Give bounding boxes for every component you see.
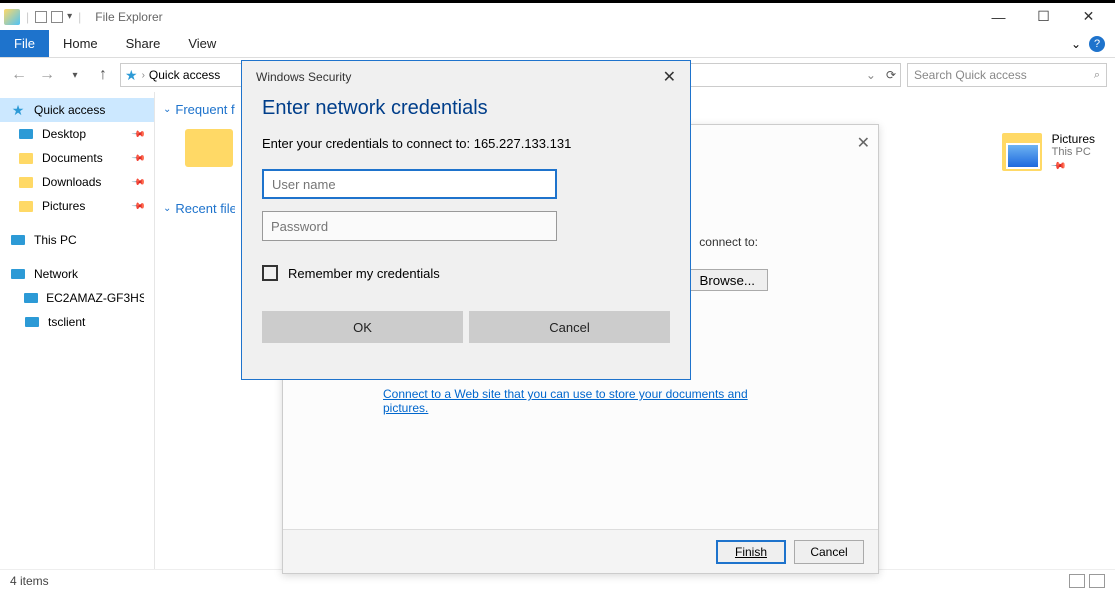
group-label: Recent files	[175, 201, 235, 216]
password-input[interactable]	[262, 211, 557, 241]
forward-button[interactable]: →	[36, 64, 58, 86]
sidebar-item-label: Pictures	[42, 199, 85, 213]
qat-icon-2[interactable]	[51, 11, 63, 23]
dialog-heading: Enter network credentials	[262, 97, 670, 120]
minimize-button[interactable]: —	[976, 4, 1021, 30]
pin-icon: 📌	[131, 126, 147, 142]
up-button[interactable]: ↑	[92, 64, 114, 86]
sidebar-item-this-pc[interactable]: This PC	[0, 228, 154, 252]
dialog-close-button[interactable]: ✕	[663, 67, 676, 87]
computer-icon	[24, 293, 38, 303]
tab-view[interactable]: View	[174, 30, 230, 57]
sidebar-item-label: EC2AMAZ-GF3HSM	[46, 291, 144, 305]
view-large-icon[interactable]	[1089, 574, 1105, 588]
browse-button[interactable]: Browse...	[686, 269, 768, 291]
star-icon: ★	[125, 67, 138, 84]
remember-checkbox[interactable]: Remember my credentials	[262, 265, 670, 281]
dialog-title: Windows Security	[256, 70, 351, 84]
wizard-close-button[interactable]: ✕	[857, 133, 870, 153]
view-details-icon[interactable]	[1069, 574, 1085, 588]
refresh-icon[interactable]: ⟳	[886, 68, 896, 82]
item-count: 4 items	[10, 574, 49, 588]
monitor-icon	[11, 235, 25, 245]
breadcrumb[interactable]: Quick access	[149, 68, 220, 82]
folder-icon	[185, 129, 233, 167]
chevron-down-icon: ⌄	[163, 203, 171, 214]
sidebar-item-label: tsclient	[48, 315, 85, 329]
folder-icon	[19, 201, 33, 212]
sidebar-item-label: This PC	[34, 233, 77, 247]
sidebar-item-label: Desktop	[42, 127, 86, 141]
file-tab[interactable]: File	[0, 30, 49, 57]
search-box[interactable]: Search Quick access ⌕	[907, 63, 1107, 87]
checkbox-label: Remember my credentials	[288, 266, 440, 281]
sidebar-item-tsclient[interactable]: tsclient	[0, 310, 154, 334]
username-input[interactable]	[262, 169, 557, 199]
ribbon: File Home Share View ⌄ ?	[0, 30, 1115, 58]
cancel-button[interactable]: Cancel	[469, 311, 670, 343]
credentials-dialog: Windows Security ✕ Enter network credent…	[241, 60, 691, 380]
sidebar-item-quick-access[interactable]: ★ Quick access	[0, 98, 154, 122]
dialog-subtext: Enter your credentials to connect to: 16…	[262, 136, 670, 151]
search-placeholder: Search Quick access	[914, 68, 1027, 82]
maximize-button[interactable]: ☐	[1021, 4, 1066, 30]
separator: |	[26, 10, 29, 24]
back-button[interactable]: ←	[8, 64, 30, 86]
sidebar-item-network[interactable]: Network	[0, 262, 154, 286]
sidebar-item-label: Downloads	[42, 175, 101, 189]
tab-home[interactable]: Home	[49, 30, 112, 57]
computer-icon	[25, 317, 39, 327]
sidebar-item-downloads[interactable]: Downloads 📌	[0, 170, 154, 194]
sidebar-item-ec2[interactable]: EC2AMAZ-GF3HSM	[0, 286, 154, 310]
addr-dropdown-icon[interactable]: ⌄	[866, 68, 876, 82]
title-bar: | ▾ | File Explorer — ☐ ✕	[0, 0, 1115, 30]
window-title: File Explorer	[95, 10, 162, 24]
pictures-location: This PC	[1052, 146, 1095, 158]
checkbox-icon[interactable]	[262, 265, 278, 281]
pictures-name: Pictures	[1052, 132, 1095, 146]
folder-item[interactable]	[185, 129, 233, 167]
sidebar-item-pictures[interactable]: Pictures 📌	[0, 194, 154, 218]
separator: |	[78, 10, 81, 24]
network-icon	[11, 269, 25, 279]
sidebar-item-desktop[interactable]: Desktop 📌	[0, 122, 154, 146]
qat-icon[interactable]	[35, 11, 47, 23]
pin-icon: 📌	[131, 198, 147, 214]
pin-icon: 📌	[131, 150, 147, 166]
close-button[interactable]: ✕	[1066, 4, 1111, 30]
sidebar-item-label: Quick access	[34, 103, 105, 117]
sidebar: ★ Quick access Desktop 📌 Documents 📌 Dow…	[0, 92, 155, 569]
qat-caret-icon[interactable]: ▾	[67, 11, 72, 22]
chevron-right-icon[interactable]: ›	[142, 70, 145, 81]
monitor-icon	[19, 129, 33, 139]
app-icon	[4, 9, 20, 25]
pictures-icon	[1002, 133, 1042, 171]
sidebar-item-documents[interactable]: Documents 📌	[0, 146, 154, 170]
pictures-item[interactable]: Pictures This PC 📌	[1002, 132, 1095, 172]
history-dropdown-icon[interactable]: ▾	[64, 64, 86, 86]
folder-icon	[19, 153, 33, 164]
folder-icon	[19, 177, 33, 188]
sidebar-item-label: Documents	[42, 151, 103, 165]
ok-button[interactable]: OK	[262, 311, 463, 343]
pin-icon: 📌	[131, 174, 147, 190]
sidebar-item-label: Network	[34, 267, 78, 281]
ribbon-expand-icon[interactable]: ⌄	[1071, 37, 1081, 51]
pin-icon: 📌	[1050, 158, 1067, 175]
star-icon: ★	[10, 102, 26, 118]
tab-share[interactable]: Share	[112, 30, 175, 57]
chevron-down-icon: ⌄	[163, 104, 171, 115]
cancel-button[interactable]: Cancel	[794, 540, 864, 564]
help-icon[interactable]: ?	[1089, 36, 1105, 52]
group-label: Frequent folders (4)	[175, 102, 235, 117]
search-icon: ⌕	[1094, 69, 1100, 82]
finish-button[interactable]: Finish	[716, 540, 786, 564]
website-link[interactable]: Connect to a Web site that you can use t…	[383, 387, 778, 415]
